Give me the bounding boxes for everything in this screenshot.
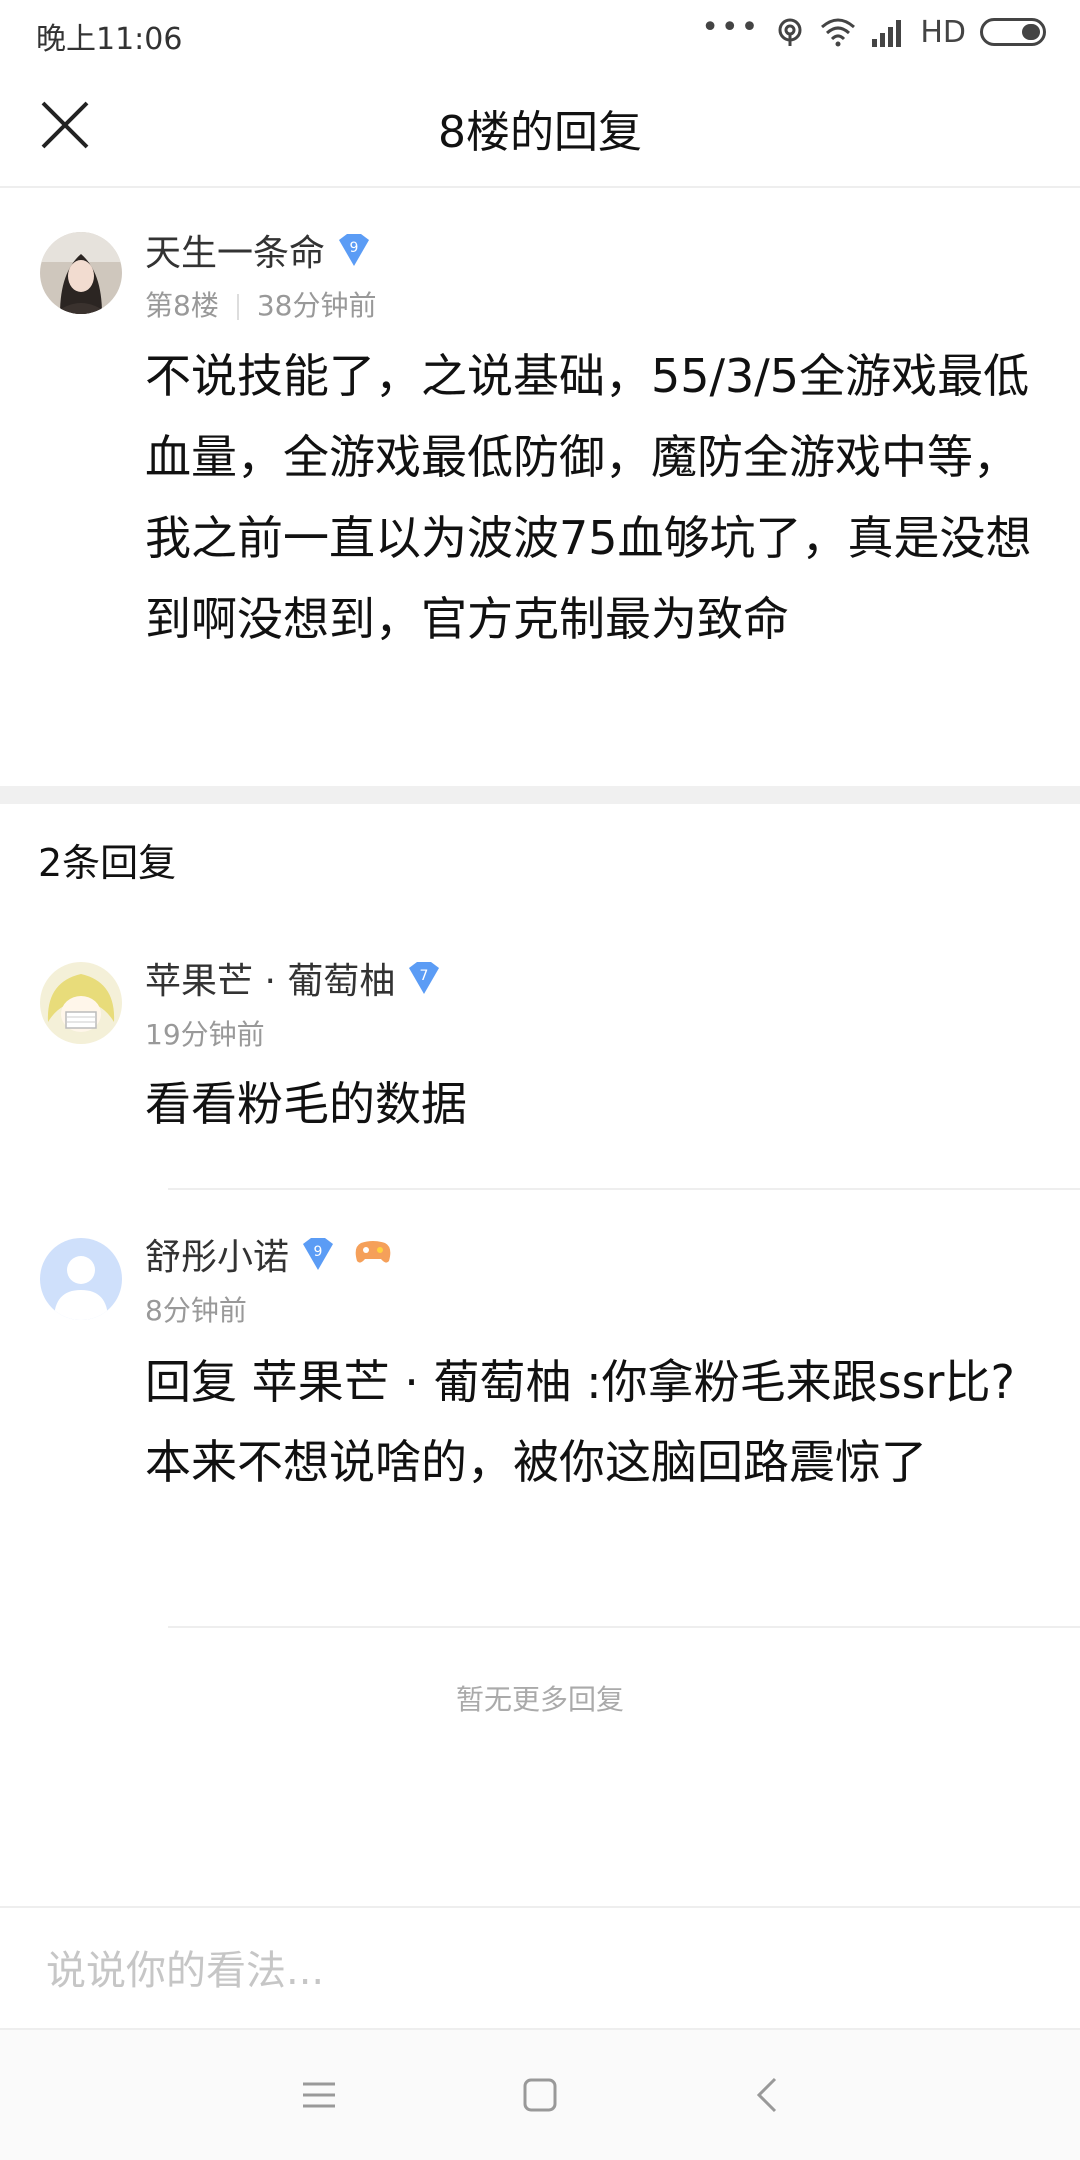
page-title: 8楼的回复 <box>438 107 642 158</box>
reply-time: 8分钟前 <box>145 1294 247 1327</box>
reply-content: 回复 苹果芒 · 葡萄柚 :你拿粉毛来跟ssr比? 本来不想说啥的，被你这脑回路… <box>145 1355 1015 1489</box>
more-dots-icon: ••• <box>701 9 761 45</box>
reply-time: 19分钟前 <box>145 1018 265 1051</box>
home-button[interactable] <box>505 2060 575 2130</box>
reply-author-row: 苹果芒 · 葡萄柚 7 <box>145 952 443 1004</box>
header: 8楼的回复 <box>0 66 1080 188</box>
post-username[interactable]: 天生一条命 <box>145 224 325 276</box>
system-nav-bar <box>0 2030 1080 2160</box>
no-more-replies: 暂无更多回复 <box>455 1683 624 1716</box>
reply-username[interactable]: 苹果芒 · 葡萄柚 <box>145 952 395 1004</box>
meta-separator <box>236 294 239 320</box>
svg-text:9: 9 <box>314 1244 323 1260</box>
back-button[interactable] <box>732 2060 802 2130</box>
network-type: HD <box>920 14 966 50</box>
status-time: 晚上11:06 <box>36 22 183 57</box>
post-time: 38分钟前 <box>256 289 377 322</box>
menu-button[interactable] <box>284 2060 354 2130</box>
reply-username[interactable]: 舒彤小诺 <box>145 1228 289 1280</box>
reply-divider <box>168 1188 1080 1190</box>
post-meta: 第8楼 38分钟前 <box>145 284 376 324</box>
battery-icon <box>980 18 1046 46</box>
hotspot-icon <box>778 18 802 46</box>
post-floor: 第8楼 <box>145 289 219 322</box>
comment-bar <box>0 1906 1080 2030</box>
post-author-row: 天生一条命 9 <box>145 224 373 276</box>
svg-text:9: 9 <box>350 240 359 256</box>
vip-badge-icon: 7 <box>405 960 443 996</box>
vip-badge-icon: 9 <box>335 232 373 268</box>
wifi-icon <box>821 18 856 47</box>
status-bar: 晚上11:06 ••• HD <box>0 0 1080 66</box>
svg-text:7: 7 <box>420 968 429 984</box>
comment-input[interactable] <box>46 1944 946 1998</box>
avatar[interactable] <box>40 962 122 1044</box>
reply-content: 看看粉毛的数据 <box>145 1077 467 1131</box>
section-divider <box>0 786 1080 804</box>
signal-icon <box>872 20 902 47</box>
reply-author-row: 舒彤小诺 9 <box>145 1228 393 1280</box>
main-post: 天生一条命 9 第8楼 38分钟前 不说技能了，之说基础，55/3/5全游戏最低血… <box>0 188 1080 786</box>
vip-badge-icon: 9 <box>299 1236 337 1272</box>
game-controller-icon <box>353 1237 393 1271</box>
avatar[interactable] <box>40 1238 122 1320</box>
avatar[interactable] <box>40 232 122 314</box>
reply-divider <box>168 1626 1080 1628</box>
status-icons: ••• HD <box>701 9 1046 52</box>
home-square-icon <box>523 2078 557 2112</box>
menu-icon <box>303 2082 335 2108</box>
replies-count: 2条回复 <box>38 841 177 885</box>
back-chevron-icon <box>756 2077 777 2113</box>
post-content: 不说技能了，之说基础，55/3/5全游戏最低血量，全游戏最低防御，魔防全游戏中等… <box>145 349 1032 646</box>
